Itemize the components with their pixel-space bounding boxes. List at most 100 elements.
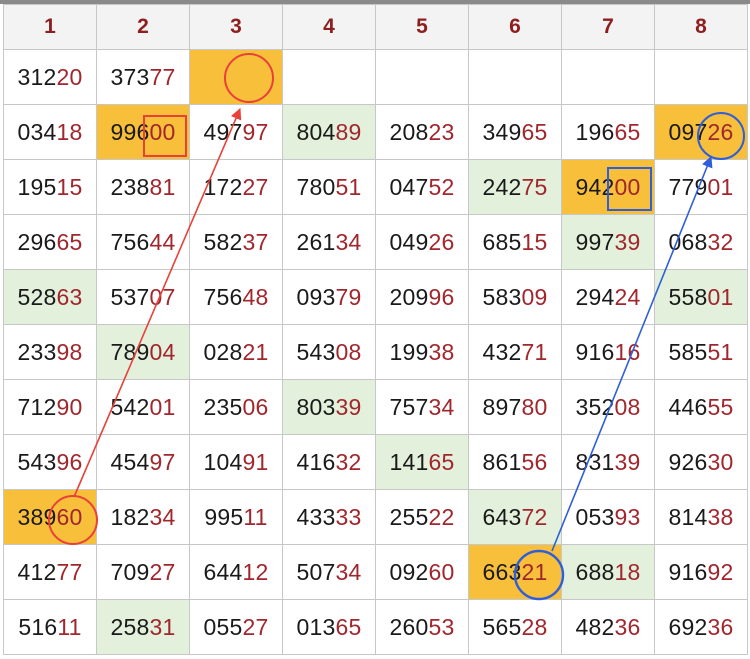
- number-head: 172: [203, 173, 243, 200]
- number-head: 055: [203, 613, 243, 640]
- table-row: 31220 37377: [3, 49, 748, 105]
- number-head: 433: [296, 503, 336, 530]
- column-header-7: 7: [561, 4, 655, 50]
- number-head: 235: [203, 393, 243, 420]
- number-tail: 32: [707, 228, 734, 255]
- number-cell: 31220: [3, 49, 97, 105]
- number-tail: 51: [707, 338, 734, 365]
- number-cell: 69236: [654, 599, 748, 655]
- number-cell: 68515: [468, 214, 562, 270]
- number-head: 373: [110, 63, 150, 90]
- number-cell: 23881: [96, 159, 190, 215]
- column-header-2: 2: [96, 4, 190, 50]
- table-row: 03418 99600 49797 80489 20823 34965 19665 09726: [3, 104, 748, 160]
- number-head: 582: [203, 228, 243, 255]
- number-tail: 65: [335, 613, 362, 640]
- number-cell: 18234: [96, 489, 190, 545]
- number-tail: 97: [242, 118, 269, 145]
- number-cell: 91616: [561, 324, 655, 380]
- number-head: 789: [110, 338, 150, 365]
- number-cell: 51611: [3, 599, 97, 655]
- number-tail: 80: [521, 393, 548, 420]
- number-cell: 09260: [375, 544, 469, 600]
- number-head: 497: [203, 118, 243, 145]
- number-cell: 58237: [189, 214, 283, 270]
- number-tail: 01: [707, 173, 734, 200]
- number-cell: 99600: [96, 104, 190, 160]
- number-cell: 78904: [96, 324, 190, 380]
- number-head: 804: [296, 118, 336, 145]
- number-head: 543: [296, 338, 336, 365]
- number-cell: 25522: [375, 489, 469, 545]
- number-tail: 24: [614, 283, 641, 310]
- number-head: 258: [110, 613, 150, 640]
- table-row: 51611 25831 05527 01365 26053 56528 48236 69236: [3, 599, 748, 655]
- number-head: 104: [203, 448, 243, 475]
- number-cell: 04926: [375, 214, 469, 270]
- number-tail: 96: [56, 448, 83, 475]
- number-tail: 07: [149, 283, 176, 310]
- number-tail: 98: [56, 338, 83, 365]
- number-tail: 22: [428, 503, 455, 530]
- number-tail: 65: [428, 448, 455, 475]
- number-head: 942: [575, 173, 615, 200]
- number-cell: 64412: [189, 544, 283, 600]
- number-cell: 17227: [189, 159, 283, 215]
- number-head: 516: [18, 613, 58, 640]
- number-cell: 26053: [375, 599, 469, 655]
- number-head: 996: [110, 118, 150, 145]
- number-cell: 91692: [654, 544, 748, 600]
- number-cell: 58551: [654, 324, 748, 380]
- number-tail: 71: [521, 338, 548, 365]
- number-cell: 48236: [561, 599, 655, 655]
- number-tail: 60: [56, 503, 83, 530]
- number-tail: 79: [335, 283, 362, 310]
- number-tail: 27: [242, 173, 269, 200]
- table-row: 54396 45497 10491 41632 14165 86156 83139 92630: [3, 434, 748, 490]
- number-head: 092: [389, 558, 429, 585]
- number-head: 643: [482, 503, 522, 530]
- number-tail: 34: [335, 228, 362, 255]
- number-head: 349: [482, 118, 522, 145]
- number-tail: 56: [521, 448, 548, 475]
- number-cell: 53707: [96, 269, 190, 325]
- number-tail: 18: [614, 558, 641, 585]
- number-cell: 75648: [189, 269, 283, 325]
- number-tail: 39: [335, 393, 362, 420]
- table-row: 52863 53707 75648 09379 20996 58309 29424 55801: [3, 269, 748, 325]
- number-tail: 48: [242, 283, 269, 310]
- number-cell: 14165: [375, 434, 469, 490]
- number-head: 312: [17, 63, 57, 90]
- number-cell: 41632: [282, 434, 376, 490]
- number-cell: 09379: [282, 269, 376, 325]
- number-head: 068: [668, 228, 708, 255]
- table-row: 71290 54201 23506 80339 75734 89780 35208 44655: [3, 379, 748, 435]
- column-header-4: 4: [282, 4, 376, 50]
- number-head: 482: [575, 613, 615, 640]
- number-tail: 96: [428, 283, 455, 310]
- number-cell: 92630: [654, 434, 748, 490]
- number-tail: 55: [707, 393, 734, 420]
- number-head: 389: [17, 503, 57, 530]
- number-head: 507: [296, 558, 336, 585]
- number-tail: 36: [707, 613, 734, 640]
- number-head: 558: [668, 283, 708, 310]
- number-tail: 01: [707, 283, 734, 310]
- number-head: 238: [110, 173, 150, 200]
- number-cell: 19938: [375, 324, 469, 380]
- number-cell: 54201: [96, 379, 190, 435]
- number-tail: 77: [56, 558, 83, 585]
- number-cell: 05527: [189, 599, 283, 655]
- number-head: 141: [389, 448, 429, 475]
- number-cell: 44655: [654, 379, 748, 435]
- number-tail: 93: [614, 503, 641, 530]
- number-tail: 00: [149, 118, 176, 145]
- number-tail: 81: [149, 173, 176, 200]
- number-head: 688: [575, 558, 615, 585]
- number-cell: 19665: [561, 104, 655, 160]
- number-head: 233: [17, 338, 57, 365]
- number-tail: 11: [243, 503, 268, 530]
- number-cell: 25831: [96, 599, 190, 655]
- number-head: 209: [389, 283, 429, 310]
- table-row: 19515 23881 17227 78051 04752 24275 94200 77901: [3, 159, 748, 215]
